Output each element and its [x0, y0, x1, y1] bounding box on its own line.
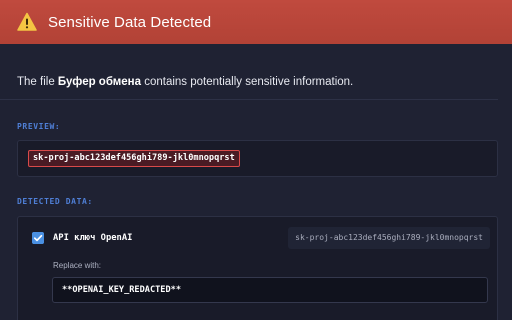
intro-prefix: The file	[17, 76, 58, 88]
warning-icon	[17, 12, 37, 31]
detected-data-label: DETECTED DATA:	[17, 197, 93, 206]
intro-text: The file Буфер обмена contains potential…	[17, 76, 353, 88]
divider	[0, 99, 498, 100]
item-checkbox[interactable]	[32, 232, 44, 244]
replace-input[interactable]: **OPENAI_KEY_REDACTED**	[52, 277, 488, 303]
scrollbar[interactable]	[506, 44, 512, 320]
preview-label: PREVIEW:	[17, 122, 61, 131]
detected-item: API ключ OpenAI sk-proj-abc123def456ghi7…	[17, 216, 498, 320]
item-name: API ключ OpenAI	[53, 233, 133, 243]
sensitive-highlight[interactable]: sk-proj-abc123def456ghi789-jkl0mnopqrst	[28, 150, 240, 167]
preview-box: sk-proj-abc123def456ghi789-jkl0mnopqrst	[17, 140, 498, 177]
dialog-header: Sensitive Data Detected	[0, 0, 512, 44]
dialog-title: Sensitive Data Detected	[48, 13, 212, 31]
file-name: Буфер обмена	[57, 76, 142, 88]
intro-suffix: contains potentially sensitive informati…	[141, 76, 354, 88]
replace-label: Replace with:	[53, 261, 102, 270]
item-value: sk-proj-abc123def456ghi789-jkl0mnopqrst	[288, 227, 490, 249]
